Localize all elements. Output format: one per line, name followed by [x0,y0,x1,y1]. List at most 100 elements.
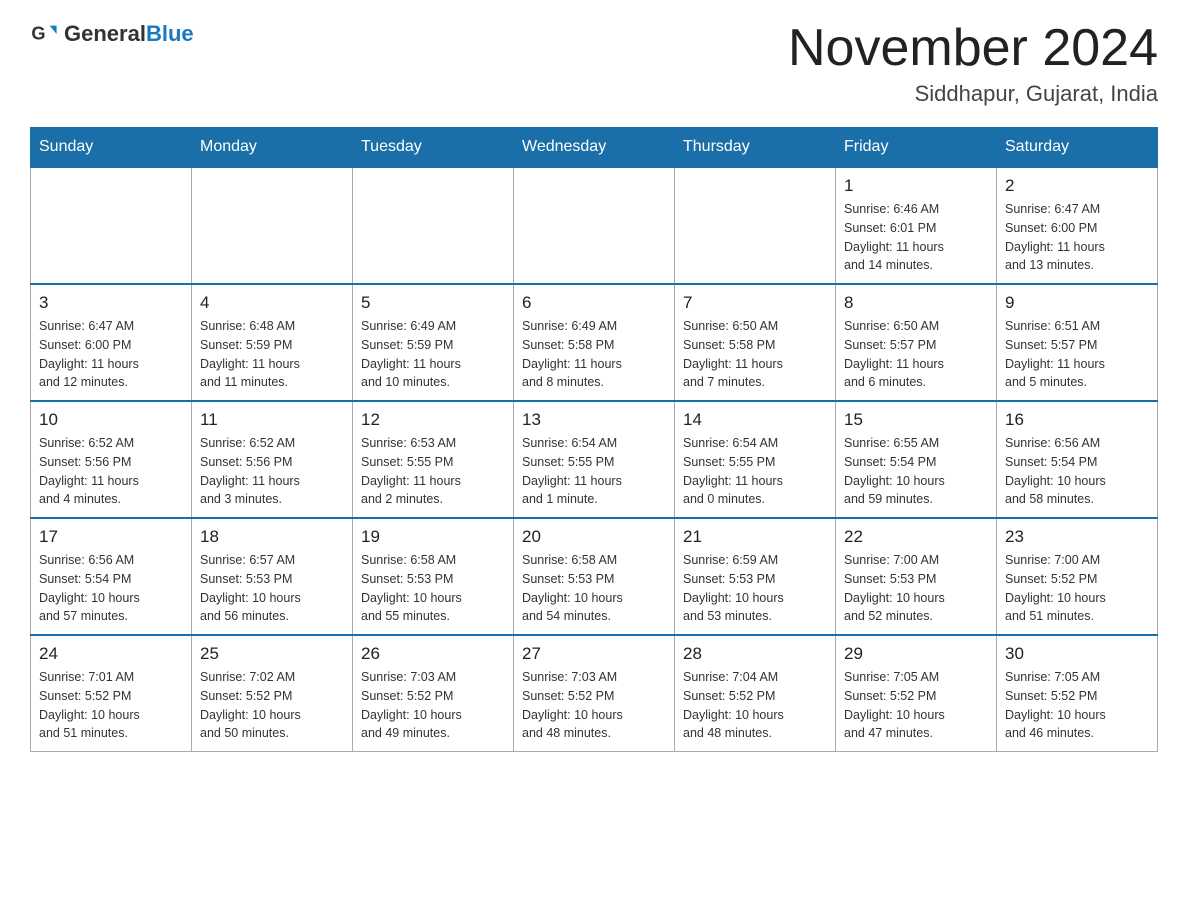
day-info: Sunrise: 6:55 AM Sunset: 5:54 PM Dayligh… [844,434,988,509]
header-friday: Friday [836,128,997,168]
header-saturday: Saturday [997,128,1158,168]
title-block: November 2024 Siddhapur, Gujarat, India [788,20,1158,107]
calendar-cell-w1-d4 [675,167,836,284]
calendar-cell-w3-d3: 13Sunrise: 6:54 AM Sunset: 5:55 PM Dayli… [514,401,675,518]
logo-blue: Blue [146,21,194,46]
day-info: Sunrise: 6:49 AM Sunset: 5:58 PM Dayligh… [522,317,666,392]
day-info: Sunrise: 7:05 AM Sunset: 5:52 PM Dayligh… [844,668,988,743]
day-number: 12 [361,410,505,430]
day-number: 22 [844,527,988,547]
calendar-cell-w4-d2: 19 Sunrise: 6:58 AM Sunset: 5:53 PM Dayli… [353,518,514,635]
calendar-table: Sunday Monday Tuesday Wednesday Thursday… [30,127,1158,752]
week-row-5: 24 Sunrise: 7:01 AM Sunset: 5:52 PM Dayli… [31,635,1158,752]
day-info: Sunrise: 7:03 AM Sunset: 5:52 PM Dayligh… [361,668,505,743]
header-wednesday: Wednesday [514,128,675,168]
calendar-cell-w2-d5: 8 Sunrise: 6:50 AM Sunset: 5:57 PM Daylig… [836,284,997,401]
day-number: 26 [361,644,505,664]
day-number: 15 [844,410,988,430]
day-number: 20 [522,527,666,547]
day-number: 6 [522,293,666,313]
svg-text:G: G [31,24,45,44]
header-thursday: Thursday [675,128,836,168]
calendar-cell-w1-d5: 1Sunrise: 6:46 AM Sunset: 6:01 PM Daylig… [836,167,997,284]
calendar-cell-w4-d3: 20 Sunrise: 6:58 AM Sunset: 5:53 PM Dayli… [514,518,675,635]
day-number: 10 [39,410,183,430]
day-info: Sunrise: 6:58 AM Sunset: 5:53 PM Dayligh… [361,551,505,626]
day-info: Sunrise: 6:57 AM Sunset: 5:53 PM Dayligh… [200,551,344,626]
calendar-cell-w4-d5: 22 Sunrise: 7:00 AM Sunset: 5:53 PM Dayli… [836,518,997,635]
day-number: 27 [522,644,666,664]
header-tuesday: Tuesday [353,128,514,168]
day-info: Sunrise: 7:00 AM Sunset: 5:53 PM Dayligh… [844,551,988,626]
header-sunday: Sunday [31,128,192,168]
calendar-cell-w4-d6: 23 Sunrise: 7:00 AM Sunset: 5:52 PM Dayli… [997,518,1158,635]
day-number: 18 [200,527,344,547]
week-row-2: 3 Sunrise: 6:47 AM Sunset: 6:00 PM Daylig… [31,284,1158,401]
calendar-cell-w5-d5: 29 Sunrise: 7:05 AM Sunset: 5:52 PM Dayli… [836,635,997,752]
day-info: Sunrise: 7:03 AM Sunset: 5:52 PM Dayligh… [522,668,666,743]
calendar-cell-w5-d3: 27 Sunrise: 7:03 AM Sunset: 5:52 PM Dayli… [514,635,675,752]
day-info: Sunrise: 6:48 AM Sunset: 5:59 PM Dayligh… [200,317,344,392]
day-info: Sunrise: 6:52 AM Sunset: 5:56 PM Dayligh… [200,434,344,509]
day-number: 30 [1005,644,1149,664]
calendar-cell-w2-d1: 4Sunrise: 6:48 AM Sunset: 5:59 PM Daylig… [192,284,353,401]
day-number: 17 [39,527,183,547]
day-info: Sunrise: 7:05 AM Sunset: 5:52 PM Dayligh… [1005,668,1149,743]
day-number: 8 [844,293,988,313]
day-info: Sunrise: 6:56 AM Sunset: 5:54 PM Dayligh… [39,551,183,626]
calendar-cell-w5-d4: 28Sunrise: 7:04 AM Sunset: 5:52 PM Dayli… [675,635,836,752]
day-number: 16 [1005,410,1149,430]
calendar-cell-w3-d6: 16Sunrise: 6:56 AM Sunset: 5:54 PM Dayli… [997,401,1158,518]
calendar-cell-w2-d3: 6 Sunrise: 6:49 AM Sunset: 5:58 PM Daylig… [514,284,675,401]
day-info: Sunrise: 6:47 AM Sunset: 6:00 PM Dayligh… [1005,200,1149,275]
calendar-cell-w4-d0: 17 Sunrise: 6:56 AM Sunset: 5:54 PM Dayli… [31,518,192,635]
calendar-cell-w3-d2: 12 Sunrise: 6:53 AM Sunset: 5:55 PM Dayli… [353,401,514,518]
calendar-cell-w5-d6: 30 Sunrise: 7:05 AM Sunset: 5:52 PM Dayli… [997,635,1158,752]
day-info: Sunrise: 6:46 AM Sunset: 6:01 PM Dayligh… [844,200,988,275]
page-header: G GeneralBlue November 2024 Siddhapur, G… [30,20,1158,107]
month-title: November 2024 [788,20,1158,77]
week-row-3: 10 Sunrise: 6:52 AM Sunset: 5:56 PM Dayli… [31,401,1158,518]
calendar-cell-w3-d5: 15 Sunrise: 6:55 AM Sunset: 5:54 PM Dayli… [836,401,997,518]
day-info: Sunrise: 6:54 AM Sunset: 5:55 PM Dayligh… [683,434,827,509]
day-info: Sunrise: 6:50 AM Sunset: 5:57 PM Dayligh… [844,317,988,392]
week-row-1: 1Sunrise: 6:46 AM Sunset: 6:01 PM Daylig… [31,167,1158,284]
day-number: 23 [1005,527,1149,547]
day-number: 7 [683,293,827,313]
weekday-header-row: Sunday Monday Tuesday Wednesday Thursday… [31,128,1158,168]
day-info: Sunrise: 6:47 AM Sunset: 6:00 PM Dayligh… [39,317,183,392]
calendar-cell-w2-d2: 5Sunrise: 6:49 AM Sunset: 5:59 PM Daylig… [353,284,514,401]
calendar-cell-w1-d6: 2Sunrise: 6:47 AM Sunset: 6:00 PM Daylig… [997,167,1158,284]
header-monday: Monday [192,128,353,168]
calendar-cell-w2-d4: 7 Sunrise: 6:50 AM Sunset: 5:58 PM Daylig… [675,284,836,401]
day-info: Sunrise: 7:01 AM Sunset: 5:52 PM Dayligh… [39,668,183,743]
day-number: 11 [200,410,344,430]
day-info: Sunrise: 6:49 AM Sunset: 5:59 PM Dayligh… [361,317,505,392]
day-info: Sunrise: 7:04 AM Sunset: 5:52 PM Dayligh… [683,668,827,743]
day-info: Sunrise: 7:00 AM Sunset: 5:52 PM Dayligh… [1005,551,1149,626]
calendar-cell-w4-d4: 21Sunrise: 6:59 AM Sunset: 5:53 PM Dayli… [675,518,836,635]
day-number: 24 [39,644,183,664]
day-info: Sunrise: 6:53 AM Sunset: 5:55 PM Dayligh… [361,434,505,509]
calendar-cell-w1-d2 [353,167,514,284]
day-info: Sunrise: 6:50 AM Sunset: 5:58 PM Dayligh… [683,317,827,392]
day-info: Sunrise: 6:59 AM Sunset: 5:53 PM Dayligh… [683,551,827,626]
day-number: 25 [200,644,344,664]
day-number: 3 [39,293,183,313]
day-number: 19 [361,527,505,547]
calendar-cell-w4-d1: 18 Sunrise: 6:57 AM Sunset: 5:53 PM Dayli… [192,518,353,635]
day-info: Sunrise: 7:02 AM Sunset: 5:52 PM Dayligh… [200,668,344,743]
calendar-cell-w1-d0 [31,167,192,284]
location-title: Siddhapur, Gujarat, India [788,81,1158,107]
calendar-cell-w3-d4: 14 Sunrise: 6:54 AM Sunset: 5:55 PM Dayli… [675,401,836,518]
calendar-cell-w2-d0: 3 Sunrise: 6:47 AM Sunset: 6:00 PM Daylig… [31,284,192,401]
week-row-4: 17 Sunrise: 6:56 AM Sunset: 5:54 PM Dayli… [31,518,1158,635]
calendar-cell-w3-d1: 11 Sunrise: 6:52 AM Sunset: 5:56 PM Dayli… [192,401,353,518]
day-number: 9 [1005,293,1149,313]
calendar-cell-w5-d0: 24 Sunrise: 7:01 AM Sunset: 5:52 PM Dayli… [31,635,192,752]
logo-general: General [64,21,146,46]
day-number: 14 [683,410,827,430]
day-number: 29 [844,644,988,664]
calendar-cell-w1-d1 [192,167,353,284]
day-info: Sunrise: 6:58 AM Sunset: 5:53 PM Dayligh… [522,551,666,626]
